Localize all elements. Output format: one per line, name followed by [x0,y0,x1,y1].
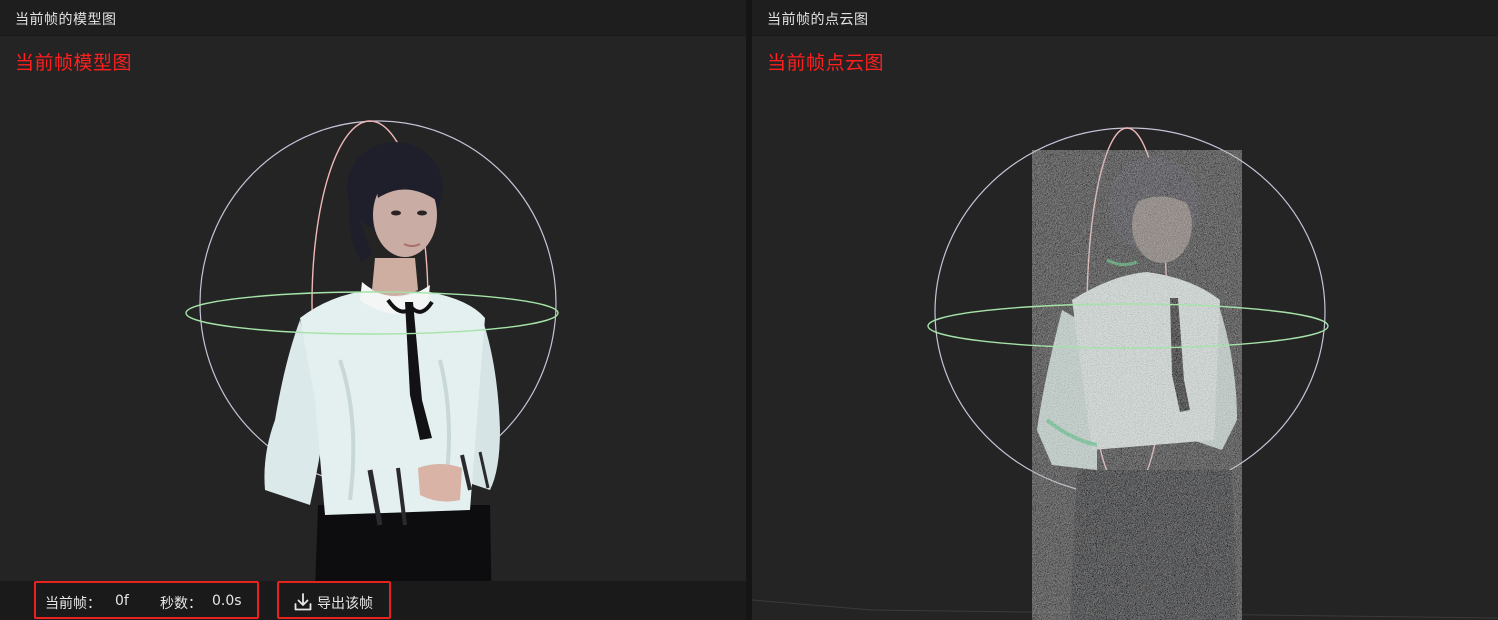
model-view-panel: 当前帧的模型图 当前帧模型图 当前帧： 0f 秒数： 0.0s 导出该帧 [0,0,746,620]
point-cloud-view-panel: 当前帧的点云图 当前帧点云图 [752,0,1498,620]
model-view-label: 当前帧模型图 [15,52,133,74]
point-cloud-person [1032,150,1242,620]
export-frame-label: 导出该帧 [317,596,373,612]
frame-info-box: 当前帧： 0f 秒数： 0.0s [34,581,259,619]
point-cloud-3d-viewport[interactable] [752,36,1498,620]
export-frame-button[interactable]: 导出该帧 [277,581,391,619]
frame-status-bar: 当前帧： 0f 秒数： 0.0s 导出该帧 [0,581,746,620]
frame-value: 0f [115,593,129,609]
panel-header: 当前帧的模型图 [0,0,746,36]
seconds-value: 0.0s [212,593,242,609]
panel-title: 当前帧的模型图 [15,12,117,28]
panel-title: 当前帧的点云图 [767,12,869,28]
frame-label: 当前帧： [45,596,101,612]
point-cloud-view-label: 当前帧点云图 [767,52,885,74]
download-icon [294,593,312,611]
model-3d-viewport[interactable] [0,36,746,620]
panel-header: 当前帧的点云图 [752,0,1498,36]
seconds-label: 秒数： [160,596,202,612]
model-render [185,120,559,620]
point-cloud-render [752,127,1498,620]
person-model [264,142,500,620]
